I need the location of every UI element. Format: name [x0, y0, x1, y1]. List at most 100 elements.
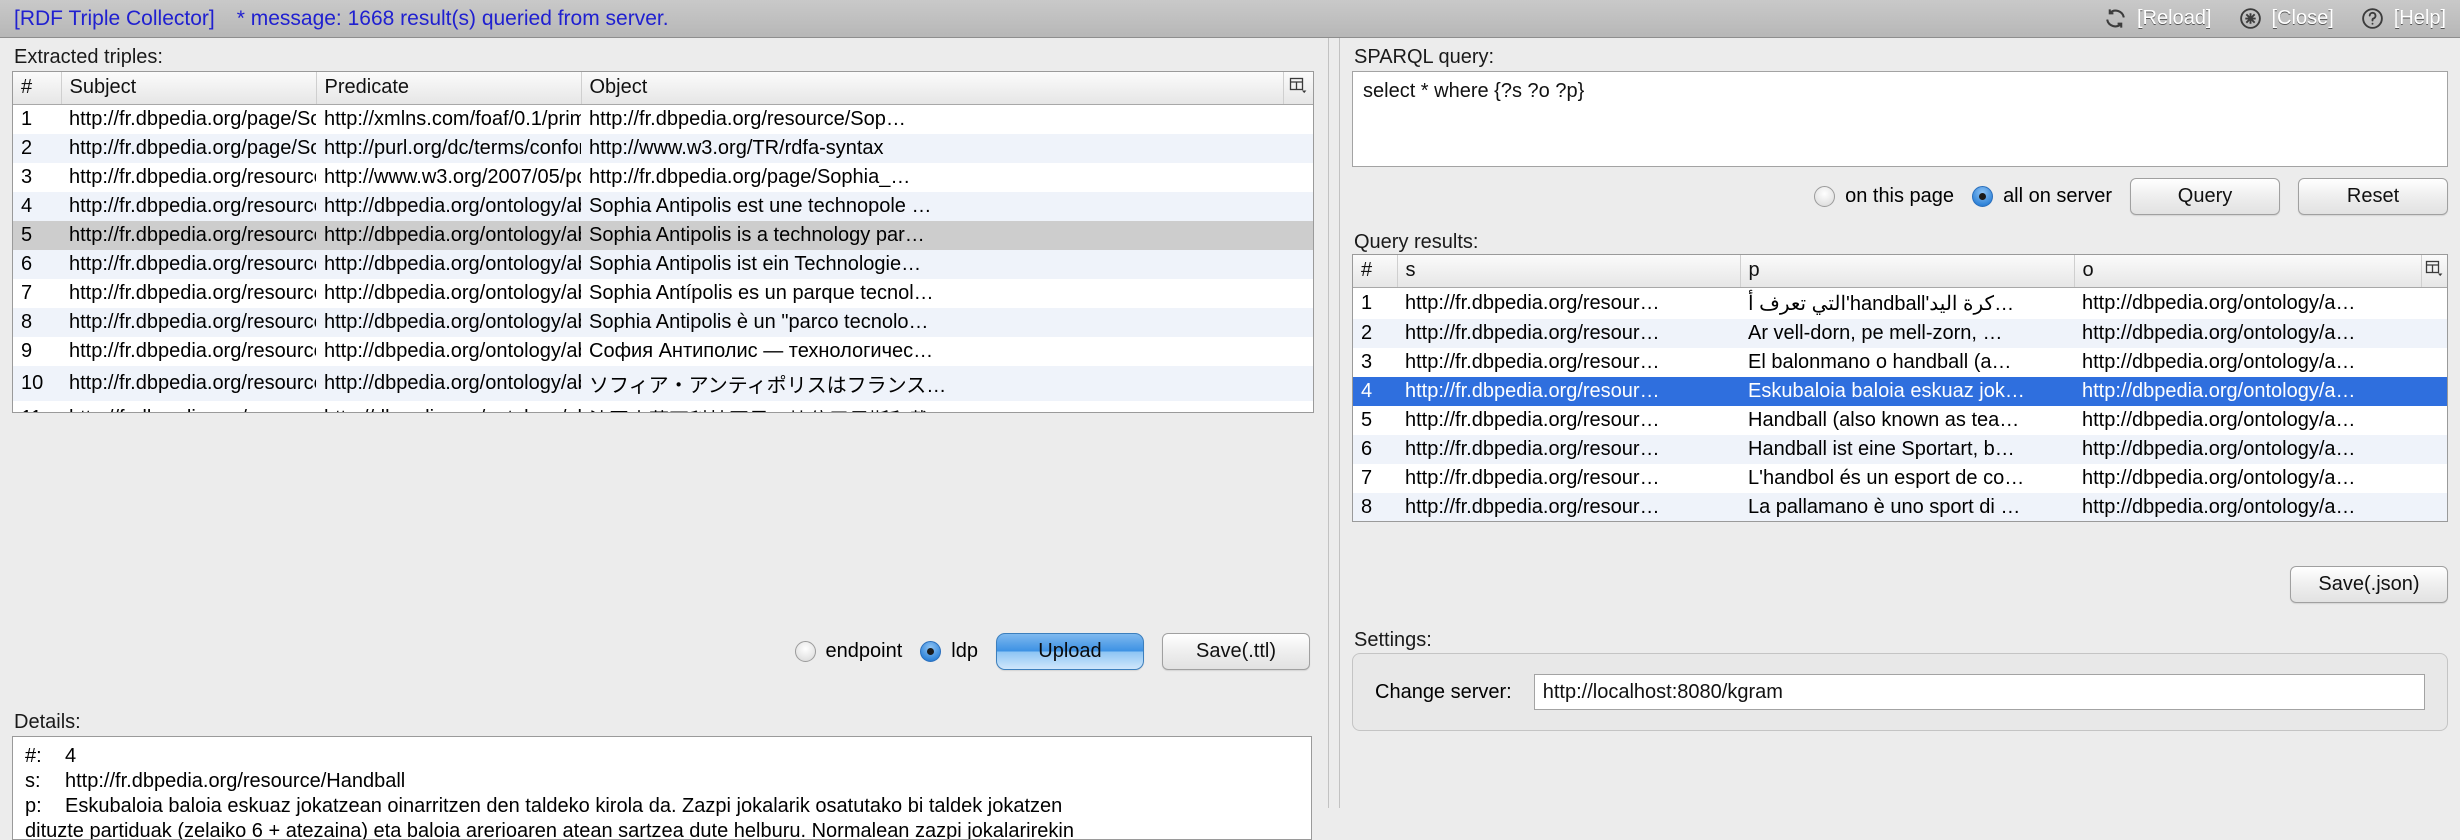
table-row[interactable]: 10 http://fr.dbpedia.org/resource/So… http… [13, 366, 1313, 401]
res-col-s[interactable]: s [1397, 255, 1741, 288]
help-button[interactable]: [Help] [2360, 6, 2446, 31]
table-row[interactable]: 2 http://fr.dbpedia.org/resour… Ar vell-do… [1353, 319, 2447, 348]
col-index[interactable]: # [13, 72, 62, 105]
table-row[interactable]: 7 http://fr.dbpedia.org/resour… L'handbol … [1353, 464, 2447, 493]
result-index: 1 [1361, 292, 1373, 314]
triples-header-row: # Subject Predicate Object [13, 72, 1313, 105]
details-key-number: #: [25, 745, 42, 767]
row-subject: http://fr.dbpedia.org/resource/So… [61, 401, 316, 412]
result-p: Ar vell-dorn, pe mell-zorn, … [1748, 322, 2003, 344]
row-subject: http://fr.dbpedia.org/page/Sophi… [69, 108, 316, 130]
result-o: http://dbpedia.org/ontology/a… [2082, 292, 2356, 314]
close-button[interactable]: [Close] [2238, 6, 2334, 31]
res-col-index[interactable]: # [1353, 255, 1398, 288]
row-index: 4 [21, 195, 33, 217]
all-on-server-radio[interactable] [1972, 186, 1994, 207]
change-server-input[interactable] [1533, 674, 2425, 710]
col-object[interactable]: Object [581, 72, 1284, 105]
query-results-table[interactable]: # s p o 1 http://fr.dbpedia.org/resour… … [1352, 254, 2448, 522]
details-panel[interactable]: #: 4 s: http://fr.dbpedia.org/resource/H… [12, 736, 1312, 840]
table-row[interactable]: 7 http://fr.dbpedia.org/resource/So… http:… [13, 279, 1313, 308]
scope-server-radio-group[interactable]: all on server [1972, 185, 2112, 208]
details-continuation: dituzte partiduak (zelaiko 6 + atezaina)… [25, 820, 1074, 840]
extracted-triples-table[interactable]: # Subject Predicate Object 1 http://fr.d… [12, 71, 1314, 413]
row-object: http://www.w3.org/TR/rdfa-syntax [589, 137, 884, 159]
query-pane: SPARQL query: select * where {?s ?o ?p} … [1340, 38, 2460, 808]
table-row[interactable]: 4 http://fr.dbpedia.org/resour… Eskubaloia… [1353, 377, 2447, 406]
result-index: 5 [1361, 409, 1373, 431]
query-button[interactable]: Query [2130, 178, 2280, 215]
row-predicate: http://dbpedia.org/ontology/abstract [316, 401, 581, 412]
row-padding [2421, 493, 2447, 521]
result-p: El balonmano o handball (a… [1748, 351, 2012, 373]
result-o: http://dbpedia.org/ontology/a… [2082, 438, 2356, 460]
col-predicate[interactable]: Predicate [316, 72, 582, 105]
table-row[interactable]: 3 http://fr.dbpedia.org/resource/So… http:… [13, 163, 1313, 192]
title-bar: [RDF Triple Collector] * message: 1668 r… [0, 0, 2460, 38]
ldp-radio-group[interactable]: ldp [920, 640, 978, 663]
details-key-predicate: p: [25, 795, 42, 817]
table-row[interactable]: 5 http://fr.dbpedia.org/resour… Handball (… [1353, 406, 2447, 435]
details-value-predicate: Eskubaloia baloia eskuaz jokatzean oinar… [65, 795, 1063, 817]
col-subject[interactable]: Subject [61, 72, 317, 105]
row-subject: http://fr.dbpedia.org/resource/So… [69, 340, 316, 362]
result-p: Handball (also known as tea… [1748, 409, 2020, 431]
table-row[interactable]: 5 http://fr.dbpedia.org/resource/So… http:… [13, 221, 1313, 250]
upload-controls-row: endpoint ldp Upload Save(.ttl) [0, 633, 1328, 670]
table-row[interactable]: 8 http://fr.dbpedia.org/resour… La pallama… [1353, 493, 2447, 521]
table-row[interactable]: 11http://fr.dbpedia.org/resource/So…http… [13, 401, 1313, 412]
row-object: ソフィア・アンティポリスはフランス… [589, 375, 947, 397]
table-row[interactable]: 1 http://fr.dbpedia.org/resour… التي تعرف … [1353, 287, 2447, 319]
on-this-page-radio[interactable] [1814, 186, 1836, 207]
row-index: 10 [21, 372, 44, 394]
result-s: http://fr.dbpedia.org/resour… [1405, 351, 1660, 373]
sparql-query-input[interactable]: select * where {?s ?o ?p} [1352, 71, 2448, 167]
change-server-label: Change server: [1375, 680, 1512, 703]
row-object: Sophia Antipolis is a technology par… [589, 224, 925, 246]
save-ttl-button[interactable]: Save(.ttl) [1162, 633, 1310, 670]
result-s: http://fr.dbpedia.org/resour… [1405, 438, 1660, 460]
column-chooser-button[interactable] [1283, 72, 1313, 105]
table-row[interactable]: 4 http://fr.dbpedia.org/resource/So… http:… [13, 192, 1313, 221]
row-padding [1283, 134, 1313, 163]
res-col-p[interactable]: p [1740, 255, 2075, 288]
table-row[interactable]: 9 http://fr.dbpedia.org/resource/So… http:… [13, 337, 1313, 366]
row-padding [1283, 366, 1313, 401]
row-padding [2421, 464, 2447, 493]
result-s: http://fr.dbpedia.org/resour… [1405, 409, 1660, 431]
reset-button[interactable]: Reset [2298, 178, 2448, 215]
endpoint-radio[interactable] [794, 641, 816, 662]
result-o: http://dbpedia.org/ontology/a… [2082, 496, 2356, 518]
reload-button[interactable]: [Reload] [2103, 6, 2212, 31]
table-row[interactable]: 2 http://fr.dbpedia.org/page/Sophi… http:/… [13, 134, 1313, 163]
endpoint-radio-group[interactable]: endpoint [794, 640, 902, 663]
triples-body: 1 http://fr.dbpedia.org/page/Sophi… http:/… [13, 104, 1313, 412]
table-row[interactable]: 6 http://fr.dbpedia.org/resource/So… http:… [13, 250, 1313, 279]
row-index: 6 [21, 253, 33, 275]
row-index: 7 [21, 282, 33, 304]
close-circle-icon [2238, 6, 2263, 31]
result-p: التي تعرف أ'handball'كرة اليد… [1748, 293, 2015, 315]
details-line-predicate: p: Eskubaloia baloia eskuaz jokatzean oi… [25, 794, 1301, 819]
table-row[interactable]: 6 http://fr.dbpedia.org/resour… Handball i… [1353, 435, 2447, 464]
table-row[interactable]: 3 http://fr.dbpedia.org/resour… El balonma… [1353, 348, 2447, 377]
details-line-subject: s: http://fr.dbpedia.org/resource/Handba… [25, 769, 1301, 794]
table-row[interactable]: 1 http://fr.dbpedia.org/page/Sophi… http:/… [13, 104, 1313, 134]
result-p: La pallamano è uno sport di … [1748, 496, 2021, 518]
res-col-o[interactable]: o [2074, 255, 2422, 288]
row-object: София Антиполис — технологичес… [589, 340, 934, 362]
app-title: [RDF Triple Collector] [14, 6, 215, 30]
table-row[interactable]: 8 http://fr.dbpedia.org/resource/So… http:… [13, 308, 1313, 337]
result-o: http://dbpedia.org/ontology/a… [2082, 467, 2356, 489]
pane-splitter[interactable] [1328, 38, 1340, 808]
scope-page-radio-group[interactable]: on this page [1814, 185, 1954, 208]
save-json-button[interactable]: Save(.json) [2290, 566, 2448, 603]
ldp-radio[interactable] [920, 641, 942, 662]
upload-button[interactable]: Upload [996, 633, 1144, 670]
results-column-chooser-button[interactable] [2421, 255, 2447, 288]
ldp-label: ldp [951, 640, 978, 662]
row-padding [1283, 401, 1313, 412]
row-predicate: http://dbpedia.org/ontology/abstract [324, 340, 581, 362]
row-index: 3 [21, 166, 33, 188]
status-message: * message: 1668 result(s) queried from s… [236, 6, 669, 30]
